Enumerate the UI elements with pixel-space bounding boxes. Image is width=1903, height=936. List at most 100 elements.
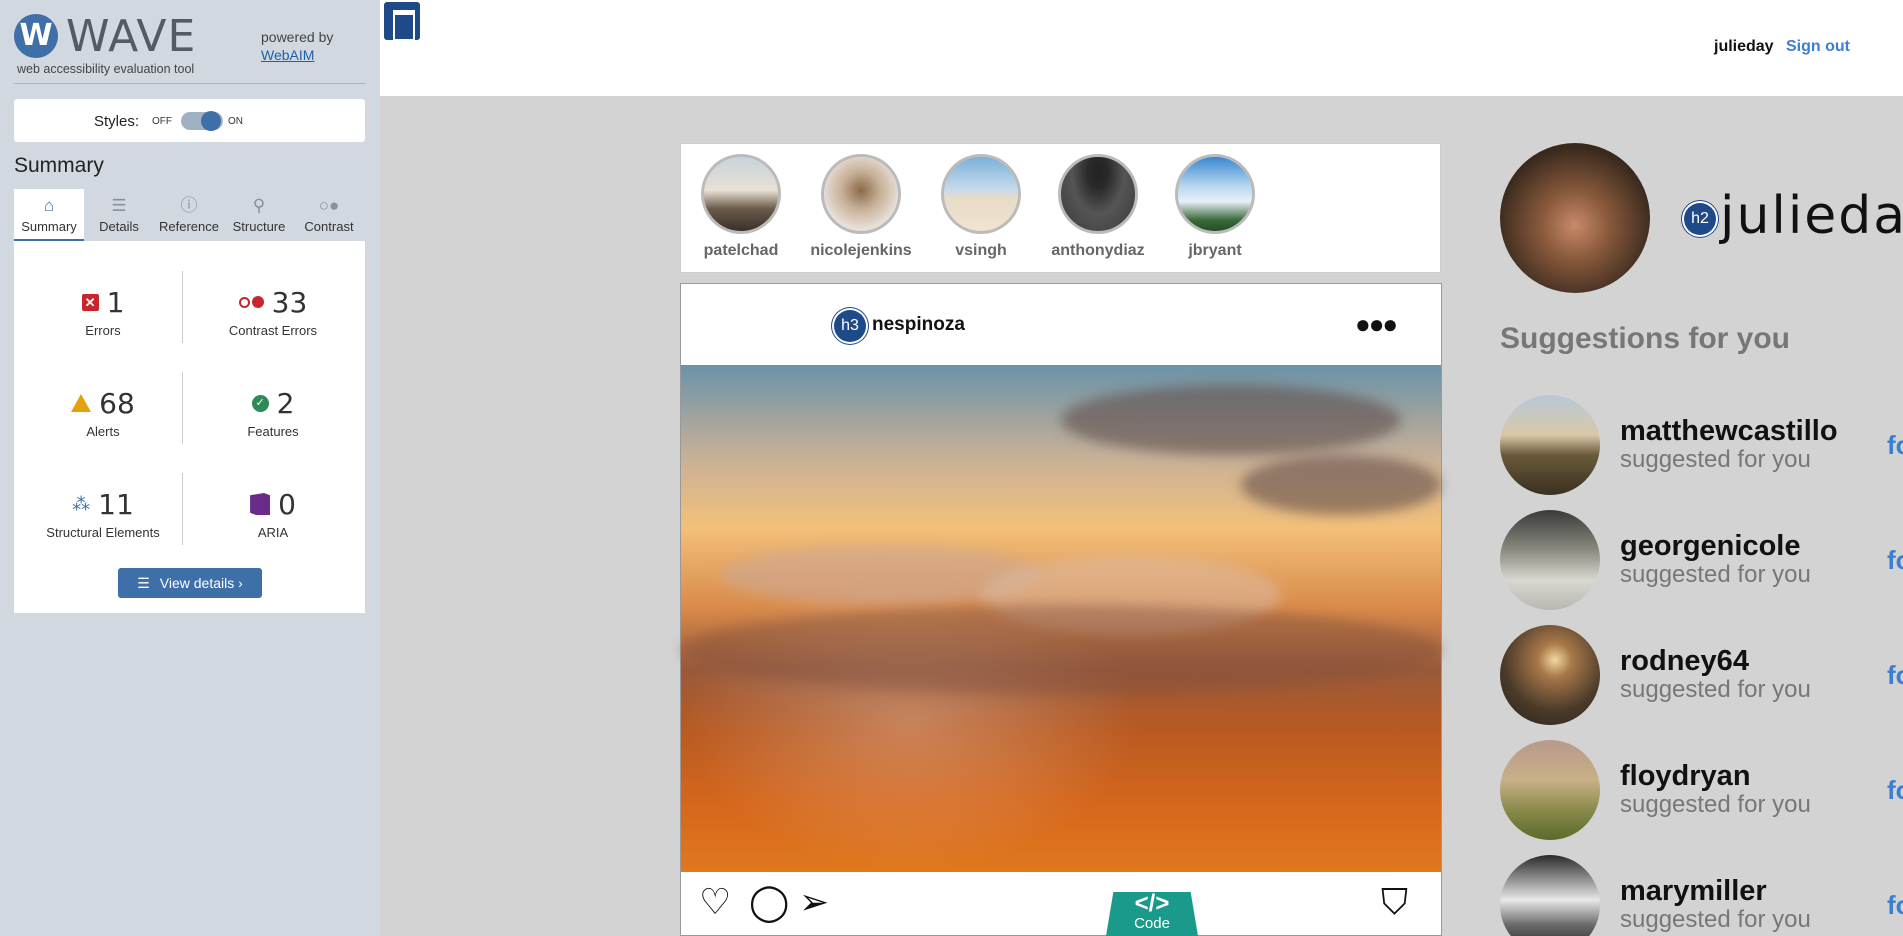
- profile-avatar[interactable]: [1500, 143, 1650, 293]
- alerts-stat[interactable]: 68 Alerts: [24, 386, 182, 439]
- follow-link[interactable]: fo: [1887, 775, 1903, 806]
- bookmark-icon[interactable]: ⛉: [1381, 882, 1408, 922]
- aria-label: ARIA: [257, 525, 289, 540]
- follow-link[interactable]: fo: [1887, 430, 1903, 461]
- follow-link[interactable]: fo: [1887, 545, 1903, 576]
- suggestion-username[interactable]: georgenicole: [1620, 530, 1801, 563]
- story-username: nicolejenkins: [810, 242, 912, 259]
- heading-badge-icon: h2: [1684, 203, 1716, 235]
- suggestion-avatar[interactable]: [1500, 855, 1600, 936]
- structural-stat[interactable]: ⁂ 11 Structural Elements: [24, 487, 182, 541]
- summary-heading: Summary: [14, 154, 104, 177]
- suggestion-username[interactable]: floydryan: [1620, 760, 1751, 793]
- suggestion-username[interactable]: marymiller: [1620, 875, 1767, 908]
- contrast-error-icon: [238, 296, 264, 308]
- post-actions: ♡ ◯ ➢ </> Code ⛉: [681, 872, 1441, 936]
- alerts-count: 68: [99, 386, 135, 420]
- errors-label: Errors: [85, 323, 121, 338]
- more-options-icon[interactable]: ●●●: [1355, 311, 1398, 337]
- story-avatar: [701, 154, 781, 234]
- wave-logo-icon: W: [14, 14, 58, 58]
- suggestion-item: matthewcastillo suggested for you fo: [1500, 395, 1903, 495]
- tab-label: Reference: [159, 219, 219, 234]
- story-item[interactable]: nicolejenkins: [806, 154, 916, 260]
- tab-label: Summary: [21, 219, 77, 234]
- structural-count: 11: [98, 487, 134, 521]
- suggestion-item: marymiller suggested for you fo: [1500, 855, 1903, 936]
- styles-toggle[interactable]: [181, 111, 223, 131]
- story-item[interactable]: patelchad: [686, 154, 796, 260]
- errors-stat[interactable]: ✕ 1 Errors: [24, 285, 182, 338]
- tab-label: Details: [99, 219, 139, 234]
- like-icon[interactable]: ♡: [699, 882, 731, 922]
- story-avatar: [821, 154, 901, 234]
- wave-sidebar: W WAVE web accessibility evaluation tool…: [0, 0, 380, 936]
- alert-icon: [71, 394, 92, 412]
- stories-bar: patelchad nicolejenkins vsingh anthonydi…: [680, 143, 1441, 273]
- structural-label: Structural Elements: [46, 525, 160, 540]
- powered-by-text: powered by: [261, 29, 334, 45]
- code-icon: </>: [1134, 890, 1170, 917]
- story-username: patelchad: [703, 242, 779, 259]
- share-icon[interactable]: ➢: [799, 882, 829, 922]
- suggestion-avatar[interactable]: [1500, 625, 1600, 725]
- sign-out-link[interactable]: Sign out: [1786, 38, 1850, 56]
- summary-panel: ✕ 1 Errors 33 Contrast Errors 68 Alerts ✓…: [14, 241, 365, 613]
- heading-badge-icon: h3: [834, 310, 866, 342]
- tab-details[interactable]: ☰ Details: [84, 189, 154, 241]
- suggestion-subtitle: suggested for you: [1620, 906, 1811, 933]
- tab-structure[interactable]: ⚲ Structure: [224, 189, 294, 241]
- code-button[interactable]: </> Code: [1106, 892, 1198, 936]
- powered-by: powered by WebAIM: [261, 28, 333, 64]
- story-avatar: [1175, 154, 1255, 234]
- contrast-errors-stat[interactable]: 33 Contrast Errors: [194, 285, 352, 339]
- styles-on-label: ON: [228, 116, 243, 127]
- suggestion-subtitle: suggested for you: [1620, 561, 1811, 588]
- follow-link[interactable]: fo: [1887, 890, 1903, 921]
- suggestion-avatar[interactable]: [1500, 740, 1600, 840]
- webaim-link[interactable]: WebAIM: [261, 46, 333, 64]
- contrast-errors-count: 33: [271, 285, 308, 319]
- info-icon: ⓘ: [180, 196, 198, 215]
- tab-contrast[interactable]: ○● Contrast: [294, 189, 364, 241]
- story-avatar: [1058, 154, 1138, 234]
- header-username[interactable]: julieday: [1714, 38, 1774, 56]
- styles-toggle-box: Styles: OFF ON: [14, 99, 365, 142]
- feature-icon: ✓: [251, 394, 269, 412]
- wave-subtitle: web accessibility evaluation tool: [17, 62, 195, 76]
- code-label: Code: [1134, 915, 1170, 932]
- errors-count: 1: [106, 285, 125, 319]
- tab-reference[interactable]: ⓘ Reference: [154, 189, 224, 241]
- post-card: h3 nespinoza ●●● ♡ ◯ ➢ </> Code ⛉: [680, 283, 1442, 936]
- tab-summary[interactable]: ⌂ Summary: [14, 189, 84, 241]
- suggestion-username[interactable]: rodney64: [1620, 645, 1749, 678]
- story-username: jbryant: [1188, 242, 1242, 259]
- suggestion-avatar[interactable]: [1500, 510, 1600, 610]
- story-username: vsingh: [955, 242, 1007, 259]
- story-item[interactable]: vsingh: [926, 154, 1036, 260]
- home-icon: ⌂: [43, 196, 55, 215]
- tab-label: Structure: [232, 219, 286, 234]
- alerts-label: Alerts: [86, 424, 120, 439]
- aria-stat[interactable]: 0 ARIA: [194, 487, 352, 540]
- wave-tabs: ⌂ Summary ☰ Details ⓘ Reference ⚲ Struct…: [14, 189, 365, 241]
- list-icon: ☰: [137, 574, 150, 591]
- features-stat[interactable]: ✓ 2 Features: [194, 386, 352, 440]
- divider: [182, 372, 183, 444]
- post-username[interactable]: nespinoza: [872, 314, 965, 336]
- post-image: [681, 365, 1441, 872]
- contrast-errors-label: Contrast Errors: [228, 323, 318, 338]
- styles-off-label: OFF: [152, 116, 172, 127]
- suggestion-avatar[interactable]: [1500, 395, 1600, 495]
- story-item[interactable]: anthonydiaz: [1043, 154, 1153, 260]
- list-icon: ☰: [111, 196, 127, 215]
- divider: [182, 271, 183, 343]
- site-header: julieday Sign out: [380, 0, 1903, 96]
- suggestion-username[interactable]: matthewcastillo: [1620, 415, 1838, 448]
- view-details-button[interactable]: ☰ View details ›: [118, 568, 262, 598]
- post-header: h3 nespinoza ●●●: [681, 284, 1441, 365]
- follow-link[interactable]: fo: [1887, 660, 1903, 691]
- comment-icon[interactable]: ◯: [749, 882, 789, 922]
- wave-document-icon[interactable]: [384, 2, 420, 41]
- story-item[interactable]: jbryant: [1160, 154, 1270, 260]
